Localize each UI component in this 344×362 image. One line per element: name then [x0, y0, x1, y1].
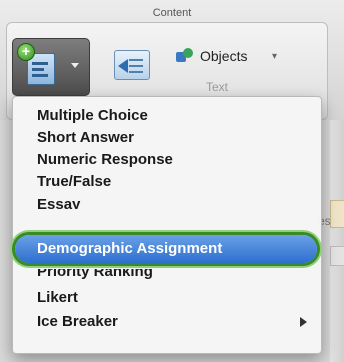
menu-item-demographic-assignment[interactable]: Demographic Assignment	[13, 238, 321, 260]
new-question-button[interactable]: +	[12, 38, 90, 96]
objects-label: Objects	[200, 48, 248, 64]
menu-item-label: Multiple Choice	[37, 107, 148, 124]
group-title: Content	[152, 7, 192, 19]
menu-item-multiple-choice[interactable]: Multiple Choice	[13, 105, 321, 127]
chevron-down-icon[interactable]	[71, 63, 79, 68]
select-slide-button[interactable]	[104, 44, 158, 90]
chevron-down-icon: ▾	[272, 51, 278, 62]
submenu-arrow-icon	[300, 317, 307, 327]
menu-item-label: Likert	[37, 289, 78, 306]
menu-item-numeric-response[interactable]: Numeric Response	[13, 149, 321, 171]
objects-icon	[176, 48, 194, 64]
menu-item-label: Demographic Assignment	[37, 240, 223, 257]
menu-item-label: Priority Ranking	[37, 269, 153, 280]
select-slide-icon	[114, 50, 150, 80]
adjacent-panel	[330, 120, 344, 362]
objects-button[interactable]: Objects ▾	[176, 44, 326, 70]
menu-item-true-false[interactable]: True/False	[13, 171, 321, 193]
plus-icon: +	[17, 43, 35, 61]
menu-item-label: Numeric Response	[37, 151, 173, 168]
menu-item-priority-ranking[interactable]: Priority Ranking	[13, 269, 321, 283]
menu-item-essay[interactable]: Essay	[13, 197, 321, 209]
menu-item-likert[interactable]: Likert	[13, 287, 321, 309]
menu-item-label: Essay	[37, 197, 81, 209]
panel-tab[interactable]	[330, 200, 344, 228]
menu-item-ice-breaker[interactable]: Ice Breaker	[13, 311, 321, 333]
panel-tab[interactable]	[330, 246, 344, 266]
text-label: Text	[206, 80, 229, 94]
menu-item-label: True/False	[37, 173, 112, 190]
question-type-menu: Multiple Choice Short Answer Numeric Res…	[12, 96, 322, 354]
menu-item-short-answer[interactable]: Short Answer	[13, 127, 321, 149]
menu-item-label: Ice Breaker	[37, 313, 118, 330]
menu-item-label: Short Answer	[37, 129, 134, 146]
